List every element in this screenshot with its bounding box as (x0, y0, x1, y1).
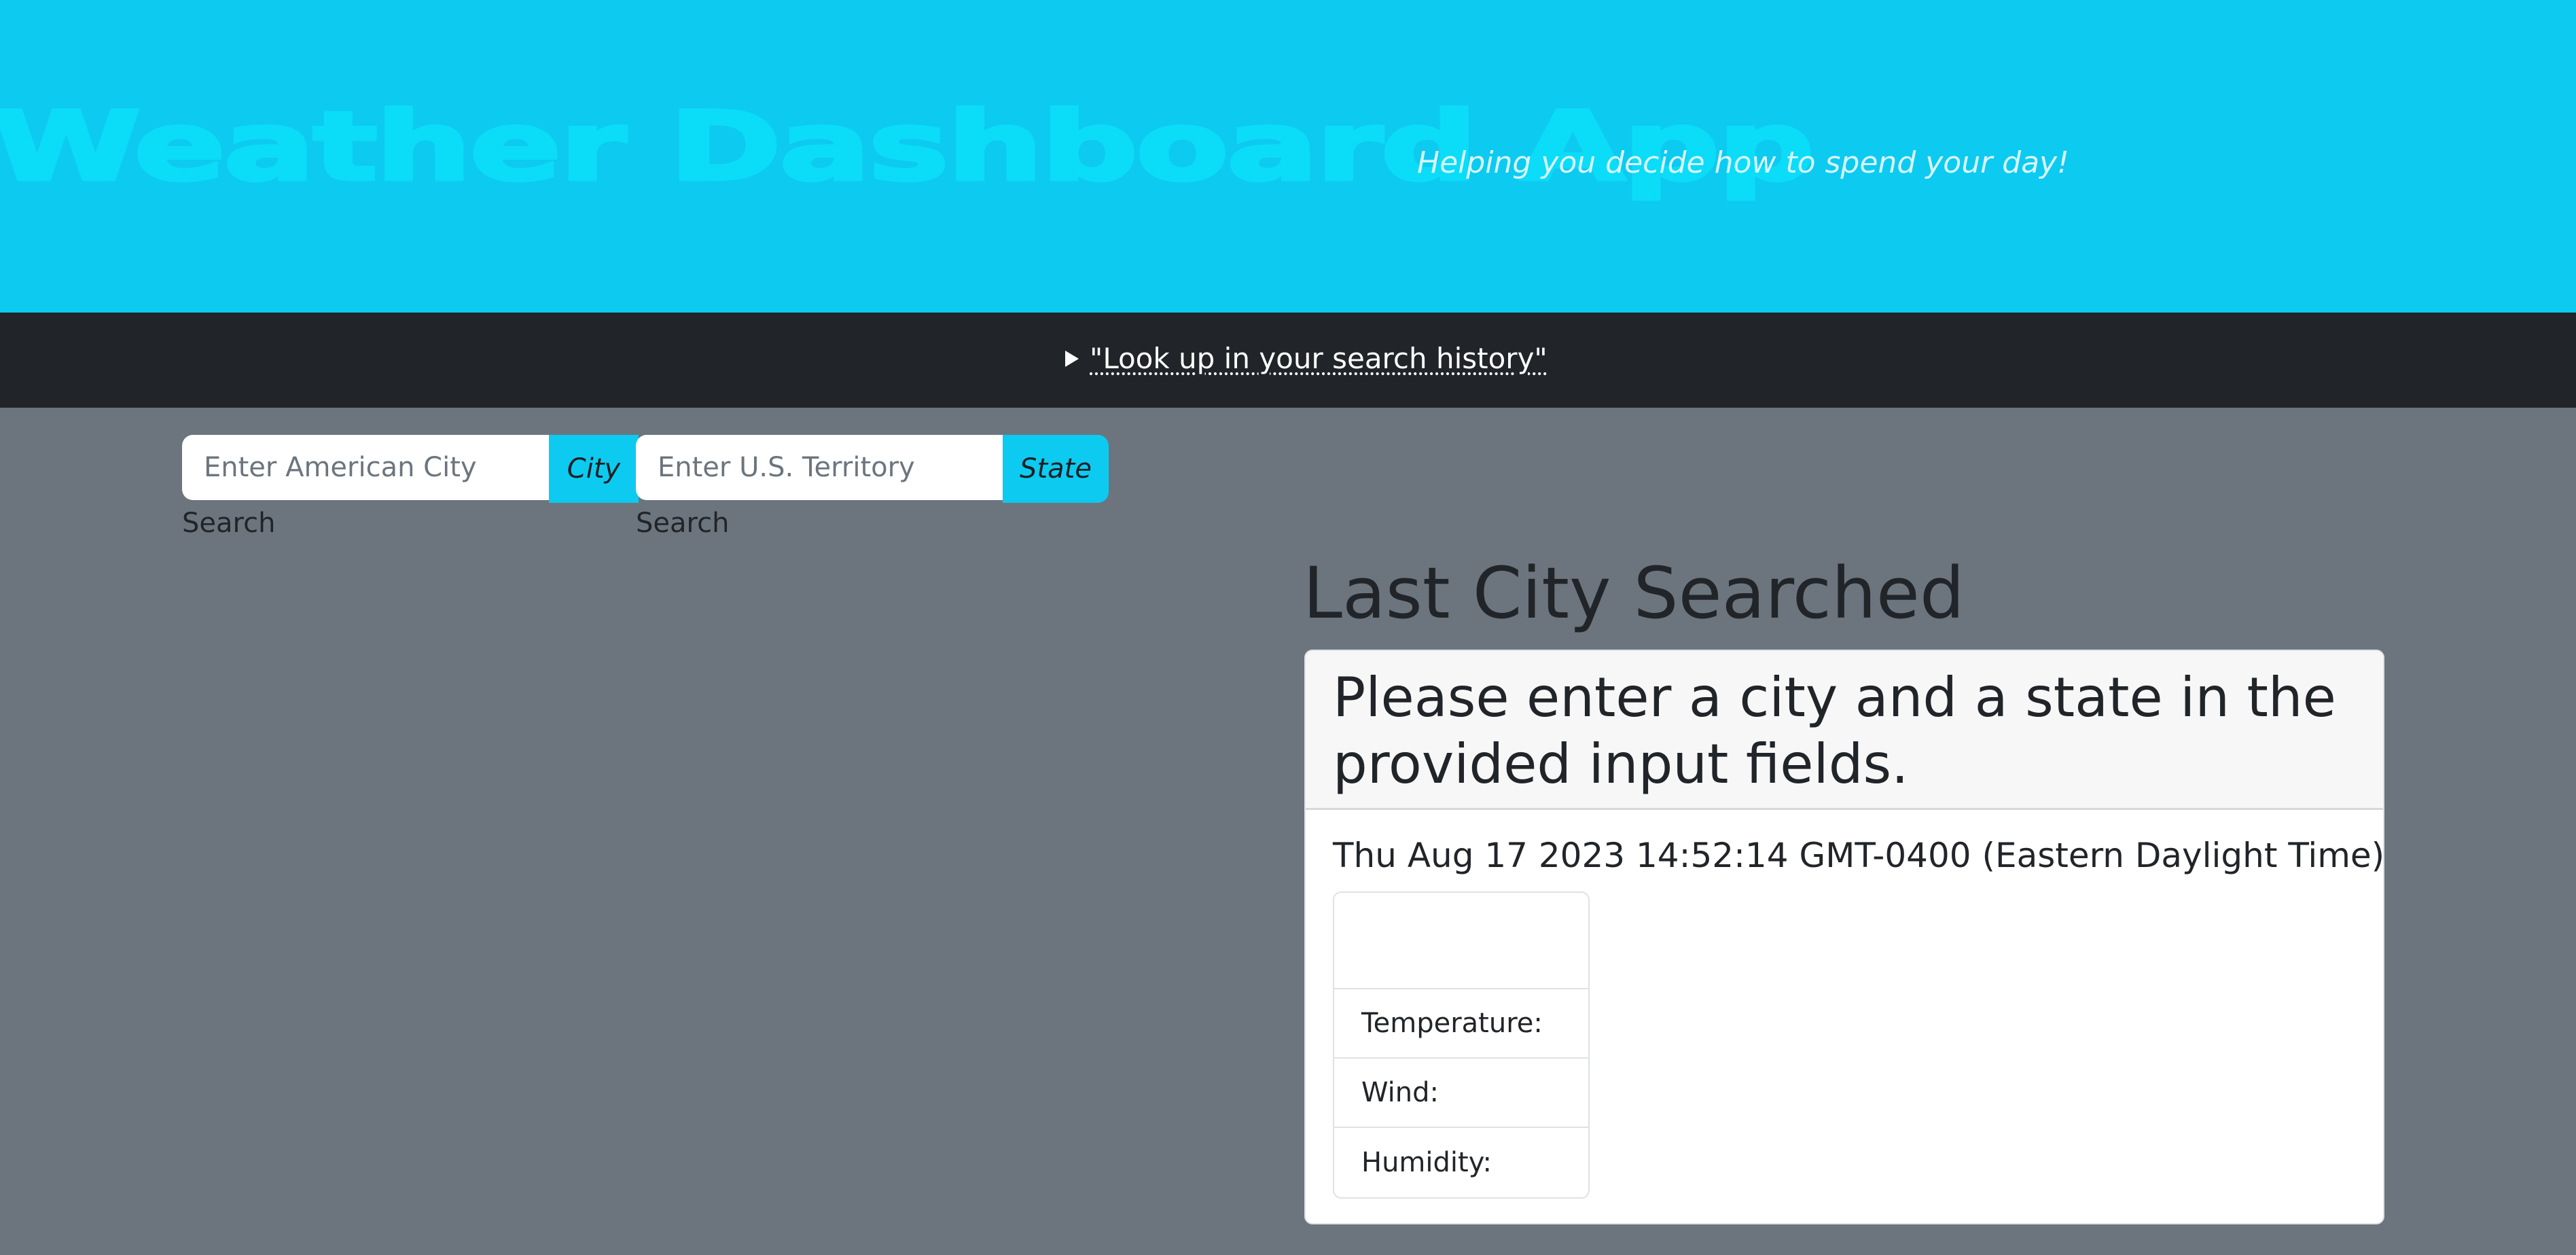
app-header: Weather Dashboard App Helping you decide… (0, 0, 2576, 313)
temperature-item: Temperature: (1334, 989, 1588, 1059)
city-search-button[interactable]: City (549, 435, 639, 503)
card-header: Please enter a city and a state in the p… (1306, 651, 2383, 810)
disclosure-triangle-icon (1065, 351, 1079, 367)
last-city-card: Please enter a city and a state in the p… (1304, 650, 2384, 1224)
state-search-button[interactable]: State (1003, 435, 1109, 503)
forecast-list: Temperature: Wind: Humidity: (1333, 891, 1590, 1199)
app-subtitle: Helping you decide how to spend your day… (1417, 145, 2069, 180)
current-date: Thu Aug 17 2023 14:52:14 GMT-0400 (Easte… (1333, 836, 2384, 875)
state-search-label: Search (636, 508, 730, 539)
search-history-label: "Look up in your search history" (1090, 342, 1548, 375)
city-search-label: Search (182, 508, 276, 539)
wind-item: Wind: (1334, 1059, 1588, 1128)
state-input[interactable] (636, 435, 1003, 500)
card-header-message: Please enter a city and a state in the p… (1333, 666, 2336, 796)
humidity-item: Humidity: (1361, 1147, 1492, 1178)
last-city-heading: Last City Searched (1303, 552, 1965, 635)
search-history-toggle[interactable]: "Look up in your search history" (1065, 338, 1548, 379)
weather-icon (1334, 893, 1588, 989)
city-input[interactable] (182, 435, 549, 500)
